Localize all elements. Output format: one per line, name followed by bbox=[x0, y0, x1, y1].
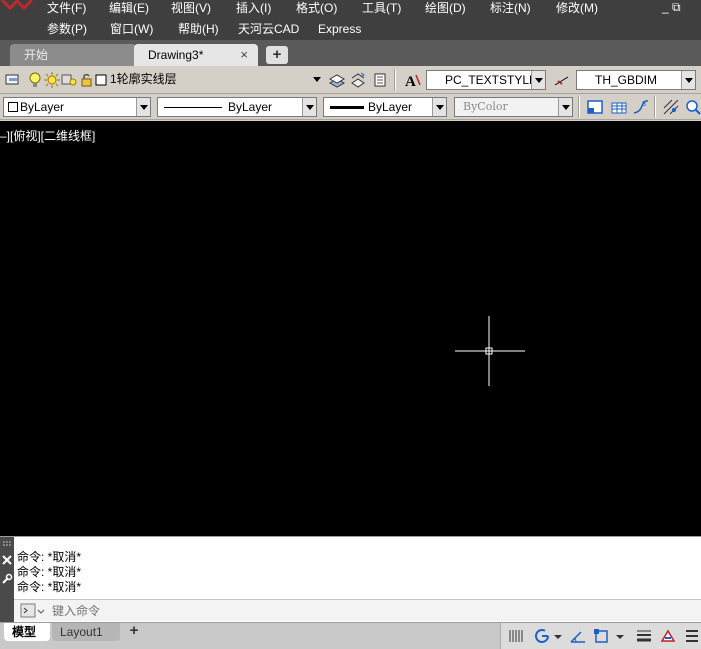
command-line-panel: 命令: *取消* 命令: *取消* 命令: *取消* bbox=[0, 536, 701, 623]
command-history-line: 命令: *取消* bbox=[17, 565, 82, 579]
chevron-down-icon[interactable] bbox=[310, 70, 324, 88]
command-input-row bbox=[14, 599, 701, 621]
svg-text:A: A bbox=[405, 74, 416, 89]
lineweight-sample bbox=[330, 106, 364, 109]
menu-tianhe-cloud[interactable]: 天河云CAD bbox=[238, 21, 299, 37]
toolbar-separator bbox=[654, 96, 656, 118]
properties-toolbar: ByLayer ByLayer ByLayer ByColor 3 bbox=[0, 94, 701, 120]
customization-menu-icon[interactable] bbox=[683, 627, 701, 645]
chevron-down-icon[interactable] bbox=[553, 627, 563, 645]
drawing-canvas[interactable]: –][俯视][二维线框] bbox=[0, 121, 701, 536]
annotation-scale-icon[interactable] bbox=[659, 627, 677, 645]
status-bar: 模型 Layout1 + bbox=[0, 622, 701, 649]
menu-edit[interactable]: 编辑(E) bbox=[109, 0, 149, 16]
isometric-drafting-icon[interactable] bbox=[569, 627, 587, 645]
hatch-tool-icon[interactable] bbox=[662, 98, 680, 116]
text-style-value: PC_TEXTSTYLE bbox=[445, 73, 538, 87]
command-line-grip[interactable] bbox=[0, 537, 14, 623]
add-layout-button[interactable]: + bbox=[124, 623, 144, 641]
layer-previous-icon[interactable] bbox=[349, 71, 367, 89]
text-style-dropdown[interactable]: PC_TEXTSTYLE bbox=[426, 70, 546, 90]
menu-dimension[interactable]: 标注(N) bbox=[490, 0, 531, 16]
tab-model[interactable]: 模型 bbox=[4, 623, 50, 641]
tab-model-label: 模型 bbox=[12, 625, 37, 639]
layer-properties-icon[interactable] bbox=[4, 71, 22, 89]
lineweight-display-icon[interactable] bbox=[635, 627, 653, 645]
toolbar-separator bbox=[578, 96, 580, 118]
color-swatch-icon bbox=[8, 102, 18, 112]
table-icon[interactable] bbox=[610, 98, 628, 116]
linetype-sample bbox=[164, 107, 222, 108]
color-dropdown[interactable]: ByLayer bbox=[3, 97, 151, 117]
layer-dropdown[interactable]: 1轮廓实线层 bbox=[92, 70, 324, 90]
object-snap-icon[interactable] bbox=[593, 627, 611, 645]
new-tab-button[interactable]: + bbox=[266, 46, 288, 64]
tab-start[interactable]: 开始 bbox=[10, 44, 136, 66]
menu-tools[interactable]: 工具(T) bbox=[362, 0, 401, 16]
command-history-line: 命令: *取消* bbox=[17, 550, 82, 564]
menu-parametric[interactable]: 参数(P) bbox=[47, 21, 87, 37]
menu-window[interactable]: 窗口(W) bbox=[110, 21, 153, 37]
app-logo-icon[interactable] bbox=[0, 0, 34, 14]
dimension-style-dropdown[interactable]: TH_GBDIM bbox=[576, 70, 696, 90]
command-prompt-icon[interactable] bbox=[20, 603, 46, 619]
window-controls[interactable]: _ ⧉ bbox=[662, 0, 681, 14]
tab-drawing3[interactable]: Drawing3* × bbox=[134, 44, 258, 66]
plotstyle-dropdown-value: ByColor bbox=[463, 100, 508, 113]
menu-view[interactable]: 视图(V) bbox=[171, 0, 211, 16]
toolbar-separator bbox=[394, 69, 396, 91]
curve-tool-icon[interactable]: 3 bbox=[632, 98, 650, 116]
command-input[interactable] bbox=[52, 602, 652, 620]
menu-express[interactable]: Express bbox=[318, 21, 361, 37]
layer-on-bulb-icon[interactable] bbox=[26, 71, 44, 89]
menu-insert[interactable]: 插入(I) bbox=[236, 0, 271, 16]
chevron-down-icon[interactable] bbox=[681, 71, 695, 89]
menu-file[interactable]: 文件(F) bbox=[47, 0, 86, 16]
menu-format[interactable]: 格式(O) bbox=[296, 0, 337, 16]
lineweight-dropdown-value: ByLayer bbox=[368, 100, 413, 114]
layer-thaw-sun-icon[interactable] bbox=[43, 71, 61, 89]
dimension-style-value: TH_GBDIM bbox=[595, 73, 658, 87]
layer-dropdown-value: 1轮廓实线层 bbox=[110, 72, 177, 86]
chevron-down-icon[interactable] bbox=[136, 98, 150, 116]
dimension-style-icon[interactable] bbox=[553, 71, 571, 89]
make-current-layer-icon[interactable] bbox=[328, 71, 346, 89]
color-dropdown-value: ByLayer bbox=[20, 100, 65, 114]
viewport-controls-label[interactable]: –][俯视][二维线框] bbox=[0, 129, 95, 143]
chevron-down-icon[interactable] bbox=[302, 98, 316, 116]
layer-state-icon[interactable] bbox=[372, 71, 390, 89]
grip-dots-icon[interactable] bbox=[2, 541, 12, 547]
linetype-dropdown-value: ByLayer bbox=[228, 100, 273, 114]
chevron-down-icon[interactable] bbox=[615, 627, 625, 645]
zoom-realtime-icon[interactable] bbox=[684, 98, 701, 116]
layer-viewport-icon[interactable] bbox=[60, 71, 78, 89]
wrench-settings-icon[interactable] bbox=[1, 573, 13, 585]
polar-tracking-icon[interactable] bbox=[533, 627, 551, 645]
tab-layout1[interactable]: Layout1 bbox=[52, 623, 120, 641]
close-icon[interactable] bbox=[1, 554, 13, 566]
tab-close-icon[interactable]: × bbox=[240, 44, 248, 66]
menu-help[interactable]: 帮助(H) bbox=[178, 21, 219, 37]
tab-layout1-label: Layout1 bbox=[60, 625, 103, 639]
tab-drawing3-label: Drawing3* bbox=[148, 48, 204, 62]
svg-text:3: 3 bbox=[642, 101, 646, 108]
menu-draw[interactable]: 绘图(D) bbox=[425, 0, 466, 16]
layout-viewport-icon[interactable] bbox=[586, 98, 604, 116]
lineweight-dropdown[interactable]: ByLayer bbox=[323, 97, 447, 117]
status-tray bbox=[500, 623, 701, 649]
menu-modify[interactable]: 修改(M) bbox=[556, 0, 598, 16]
layers-styles-toolbar: 1轮廓实线层 A PC_TEXTSTYLE TH_GBDIM bbox=[0, 66, 701, 94]
crosshair-cursor-icon bbox=[455, 316, 525, 386]
plotstyle-dropdown: ByColor bbox=[454, 97, 573, 117]
tab-start-label: 开始 bbox=[24, 48, 49, 62]
grid-display-icon[interactable] bbox=[507, 627, 525, 645]
chevron-down-icon[interactable] bbox=[531, 71, 545, 89]
chevron-down-icon[interactable] bbox=[432, 98, 446, 116]
menu-bar: 文件(F) 编辑(E) 视图(V) 插入(I) 格式(O) 工具(T) 绘图(D… bbox=[0, 0, 701, 40]
linetype-dropdown[interactable]: ByLayer bbox=[157, 97, 317, 117]
text-style-icon[interactable]: A bbox=[404, 71, 422, 89]
document-tab-bar: 开始 Drawing3* × bbox=[0, 40, 701, 66]
command-history-line: 命令: *取消* bbox=[17, 580, 82, 594]
chevron-down-icon bbox=[558, 98, 572, 116]
